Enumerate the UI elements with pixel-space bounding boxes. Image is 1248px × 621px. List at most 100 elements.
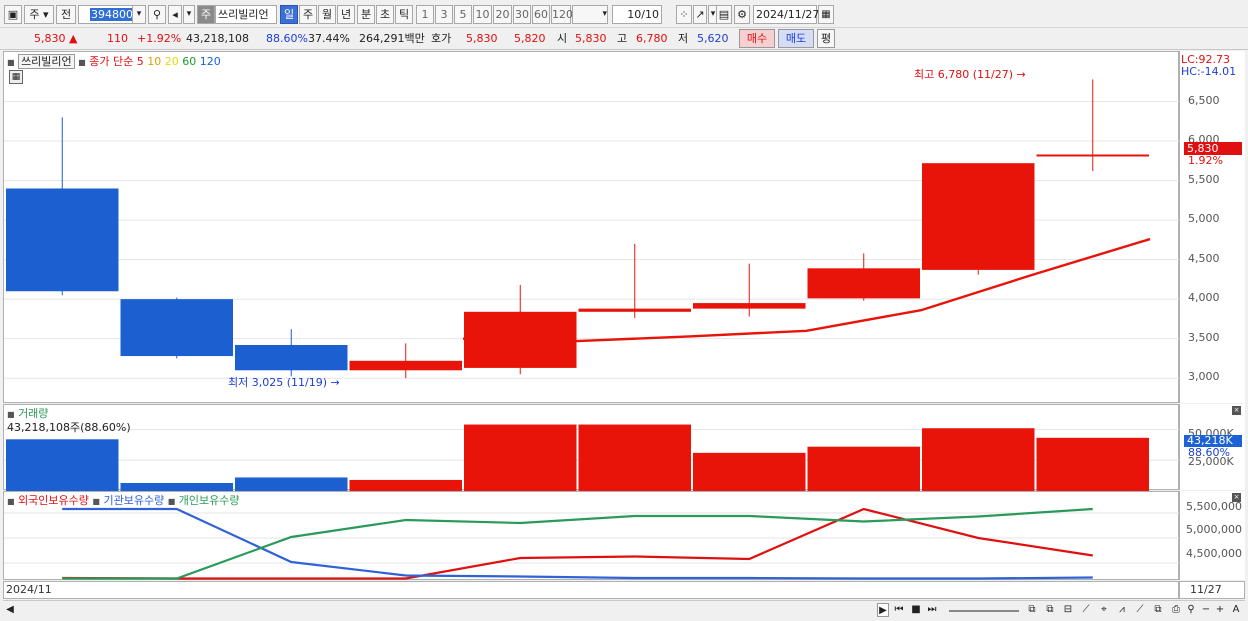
- count-field[interactable]: 10/10: [612, 5, 662, 24]
- period-day-button[interactable]: 일: [280, 5, 298, 24]
- legend-ma-120[interactable]: 120: [200, 55, 221, 68]
- volume-ratio: 88.60%: [266, 32, 308, 45]
- compare-icon[interactable]: ⧉: [1025, 603, 1039, 617]
- high-price: 6,780: [636, 32, 668, 45]
- legend-square-icon: ■: [78, 58, 86, 67]
- legend-institution[interactable]: 기관보유수량: [103, 494, 164, 507]
- price-tick-label: 3,500: [1188, 330, 1220, 344]
- holdings-y-axis: × 5,500,000 5,000,000 4,500,000: [1179, 491, 1245, 580]
- search-icon[interactable]: ⚲: [148, 5, 166, 24]
- interval-5-button[interactable]: 5: [454, 5, 472, 24]
- ask-price-2: 5,820: [514, 32, 546, 45]
- interval-10-button[interactable]: 10: [473, 5, 492, 24]
- price-tick-label: 5,500: [1188, 172, 1220, 186]
- grid-icon[interactable]: ⁘: [676, 5, 692, 24]
- volume-bar: [235, 477, 348, 491]
- last-volume-pct: 88.60%: [1188, 446, 1230, 459]
- legend-stock-name[interactable]: 쓰리빌리언: [18, 54, 75, 69]
- volume-y-axis: × 50,000K 25,000K 43,218K 88.60%: [1179, 404, 1245, 490]
- interval-20-button[interactable]: 20: [493, 5, 512, 24]
- trade-amount: 264,291백만: [359, 32, 425, 45]
- price-change-pct: +1.92%: [137, 32, 182, 45]
- period-tick-button[interactable]: 틱: [395, 5, 413, 24]
- legend-ma-title[interactable]: 종가 단순: [89, 55, 133, 68]
- last-price-pct: 1.92%: [1188, 154, 1223, 167]
- date-axis-start: 2024/11: [6, 583, 52, 596]
- interval-60-button[interactable]: 60: [532, 5, 550, 24]
- holdings-pane[interactable]: ■ 외국인보유수량 ■ 기관보유수량 ■ 개인보유수량: [3, 491, 1180, 580]
- measure-icon[interactable]: ⟋: [1133, 603, 1147, 617]
- buy-button[interactable]: 매수: [739, 29, 775, 48]
- market-type-select[interactable]: 주 ▾: [24, 5, 54, 24]
- scroll-right-icon[interactable]: ▶: [877, 603, 889, 617]
- candle-body: [578, 308, 691, 312]
- interval-30-button[interactable]: 30: [513, 5, 531, 24]
- eval-button[interactable]: 평: [817, 29, 835, 48]
- interval-120-button[interactable]: 120: [551, 5, 573, 24]
- interval-3-button[interactable]: 3: [435, 5, 453, 24]
- code-dropdown-icon[interactable]: ▾: [132, 5, 146, 24]
- period-second-button[interactable]: 초: [376, 5, 394, 24]
- candle-body: [922, 163, 1035, 270]
- chart-window: ▣ 주 ▾ 전 ▾ 394800 ▾ ⚲ ◂ ▾ 주 쓰리빌리언 일 주 월 년…: [0, 0, 1248, 621]
- legend-foreign[interactable]: 외국인보유수량: [18, 494, 89, 507]
- draw-icon[interactable]: ↗: [693, 5, 707, 24]
- volume-pane[interactable]: ■ 거래량 43,218,108주(88.60%): [3, 404, 1180, 491]
- save-icon[interactable]: ▤: [716, 5, 732, 24]
- interval-custom-select[interactable]: ▾: [572, 5, 608, 24]
- scroll-left-icon[interactable]: ◀: [5, 603, 15, 617]
- period-week-button[interactable]: 주: [299, 5, 317, 24]
- legend-ma-5[interactable]: 5: [137, 55, 144, 68]
- price-tick-label: 6,500: [1188, 93, 1220, 107]
- date-axis: 2024/11: [3, 581, 1179, 599]
- table-icon[interactable]: ▦: [9, 70, 23, 84]
- price-pane[interactable]: ■ 쓰리빌리언 ■ 종가 단순 5 10 20 60 120 ▦ 최고 6,78…: [3, 51, 1180, 403]
- volume-bar: [349, 479, 462, 491]
- open-label: 시: [557, 32, 568, 45]
- legend-ma-60[interactable]: 60: [182, 55, 196, 68]
- copy-icon[interactable]: ⧉: [1151, 603, 1165, 617]
- speaker-dropdown-icon[interactable]: ▾: [183, 5, 195, 24]
- volume-bar: [922, 428, 1035, 491]
- zoom-slider[interactable]: [949, 603, 1019, 617]
- calendar-icon[interactable]: ▦: [818, 5, 834, 24]
- zoom-icon[interactable]: ⚲: [1185, 603, 1197, 617]
- speaker-icon[interactable]: ◂: [168, 5, 182, 24]
- close-icon[interactable]: ×: [1232, 406, 1241, 415]
- period-year-button[interactable]: 년: [337, 5, 355, 24]
- period-month-button[interactable]: 월: [318, 5, 336, 24]
- zoom-in-icon[interactable]: +: [1215, 603, 1225, 617]
- legend-ma-20[interactable]: 20: [165, 55, 179, 68]
- high-label: 고: [617, 32, 628, 45]
- stock-name-field[interactable]: 쓰리빌리언: [215, 5, 277, 24]
- stop-icon[interactable]: ■: [909, 603, 923, 617]
- zoom-out-icon[interactable]: −: [1201, 603, 1211, 617]
- current-price: 5,830 ▲: [34, 32, 78, 45]
- interval-1-button[interactable]: 1: [416, 5, 434, 24]
- legend-individual[interactable]: 개인보유수량: [179, 494, 240, 507]
- fibonacci-icon[interactable]: ⩘: [1115, 603, 1129, 617]
- layout-icon[interactable]: ▣: [4, 5, 22, 24]
- main-toolbar: ▣ 주 ▾ 전 ▾ 394800 ▾ ⚲ ◂ ▾ 주 쓰리빌리언 일 주 월 년…: [0, 0, 1248, 28]
- candle-body: [1036, 154, 1149, 157]
- candle-body: [807, 268, 920, 299]
- trendline-icon[interactable]: ⟋: [1079, 603, 1093, 617]
- range-button[interactable]: 전: [56, 5, 76, 24]
- chart-scrollbar[interactable]: ◀ ▶ ⏮ ■ ⏭ ⧉ ⧉ ⊟ ⟋ ⌖ ⩘ ⟋ ⧉ ⎙ ⚲ − + A: [3, 600, 1245, 618]
- gear-icon[interactable]: ⚙: [734, 5, 750, 24]
- first-page-icon[interactable]: ⏮: [892, 603, 906, 617]
- crosshair-icon[interactable]: ⌖: [1097, 603, 1111, 617]
- date-axis-end: 11/27: [1190, 583, 1222, 596]
- date-field[interactable]: 2024/11/27: [753, 5, 819, 24]
- legend-ma-10[interactable]: 10: [147, 55, 161, 68]
- sell-button[interactable]: 매도: [778, 29, 814, 48]
- open-price: 5,830: [575, 32, 607, 45]
- font-size-icon[interactable]: A: [1231, 603, 1241, 617]
- overlay-icon[interactable]: ⧉: [1043, 603, 1057, 617]
- stock-tag: 주: [197, 5, 215, 24]
- price-legend: ■ 쓰리빌리언 ■ 종가 단순 5 10 20 60 120: [7, 53, 221, 69]
- print-icon[interactable]: ⎙: [1169, 603, 1183, 617]
- ruler-icon[interactable]: ⊟: [1061, 603, 1075, 617]
- period-minute-button[interactable]: 분: [357, 5, 375, 24]
- last-page-icon[interactable]: ⏭: [925, 603, 939, 617]
